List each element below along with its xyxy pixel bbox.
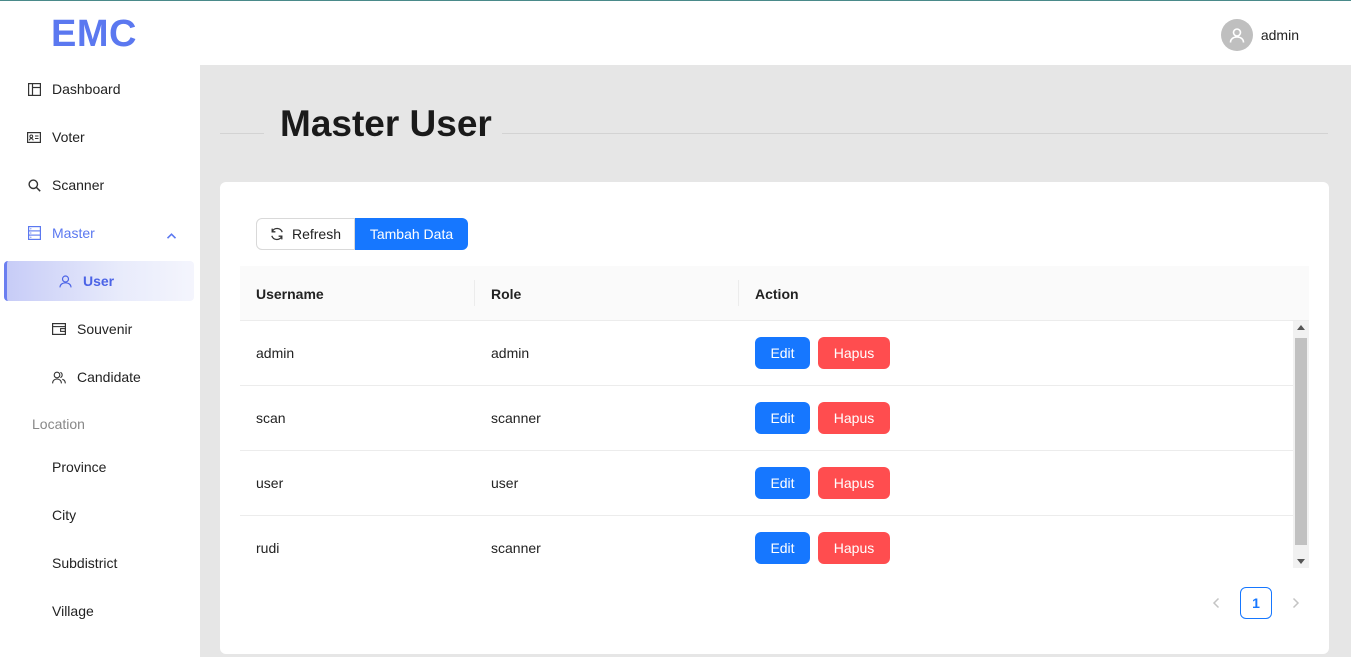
delete-button[interactable]: Hapus xyxy=(818,402,890,434)
sidebar-item-label: Voter xyxy=(52,129,85,145)
sidebar-item-label: Village xyxy=(52,603,94,619)
app-logo[interactable]: EMC xyxy=(51,13,137,56)
table-row: admin admin Edit Hapus xyxy=(240,321,1293,386)
sidebar-item-dashboard[interactable]: Dashboard xyxy=(0,65,200,113)
refresh-label: Refresh xyxy=(291,226,342,242)
title-divider xyxy=(220,133,264,134)
sidebar-item-master[interactable]: Master xyxy=(0,209,200,257)
sidebar-item-subdistrict[interactable]: Subdistrict xyxy=(0,539,200,587)
cell-username: scan xyxy=(256,410,286,426)
id-card-icon xyxy=(27,130,41,144)
sidebar-item-user[interactable]: User xyxy=(4,261,194,301)
column-divider xyxy=(738,280,739,306)
column-header-action[interactable]: Action xyxy=(755,286,799,302)
sidebar: Dashboard Voter Scanner Master User Souv… xyxy=(0,65,200,635)
user-avatar-icon[interactable] xyxy=(1220,19,1253,51)
data-card: Refresh Tambah Data Username Role Action… xyxy=(220,182,1329,654)
edit-button[interactable]: Edit xyxy=(755,532,810,564)
cell-role: scanner xyxy=(491,410,541,426)
cell-role: admin xyxy=(491,345,530,361)
table-scrollbar[interactable] xyxy=(1293,321,1309,568)
dashboard-icon xyxy=(27,82,41,96)
header-username[interactable]: admin xyxy=(1261,27,1299,43)
sidebar-item-label: City xyxy=(52,507,77,523)
delete-button[interactable]: Hapus xyxy=(818,467,890,499)
sidebar-item-label: Souvenir xyxy=(77,321,133,337)
add-data-button[interactable]: Tambah Data xyxy=(355,218,468,250)
chevron-left-icon[interactable] xyxy=(1200,587,1232,619)
title-divider xyxy=(502,133,1328,134)
user-icon xyxy=(58,274,72,288)
sidebar-item-label: Master xyxy=(52,225,95,241)
page-number[interactable]: 1 xyxy=(1240,587,1272,619)
sidebar-item-label: Province xyxy=(52,459,107,475)
sidebar-item-label: Scanner xyxy=(52,177,105,193)
sidebar-item-scanner[interactable]: Scanner xyxy=(0,161,200,209)
sidebar-item-village[interactable]: Village xyxy=(0,587,200,635)
sidebar-item-label: Subdistrict xyxy=(52,555,118,571)
user-menu[interactable]: admin xyxy=(1220,19,1299,51)
sidebar-item-candidate[interactable]: Candidate xyxy=(0,353,200,401)
table-row: user user Edit Hapus xyxy=(240,451,1293,516)
sidebar-group-location: Location xyxy=(32,416,85,432)
sidebar-item-label: Candidate xyxy=(77,369,141,385)
scroll-down-icon[interactable] xyxy=(1297,559,1305,564)
table-body[interactable]: admin admin Edit Hapus scan scanner Edit… xyxy=(240,321,1309,568)
table-row: rudi scanner Edit Hapus xyxy=(240,516,1293,568)
cell-role: scanner xyxy=(491,540,541,556)
sidebar-item-label: User xyxy=(83,273,115,289)
delete-button[interactable]: Hapus xyxy=(818,532,890,564)
scroll-up-icon[interactable] xyxy=(1297,325,1305,330)
cell-role: user xyxy=(491,475,519,491)
sidebar-item-voter[interactable]: Voter xyxy=(0,113,200,161)
search-icon xyxy=(27,178,41,192)
column-divider xyxy=(474,280,475,306)
reload-icon xyxy=(270,227,284,241)
sidebar-item-label: Dashboard xyxy=(52,81,121,97)
cell-username: admin xyxy=(256,345,295,361)
wallet-icon xyxy=(52,322,66,336)
refresh-button[interactable]: Refresh xyxy=(256,218,355,250)
edit-button[interactable]: Edit xyxy=(755,467,810,499)
table-row: scan scanner Edit Hapus xyxy=(240,386,1293,451)
edit-button[interactable]: Edit xyxy=(755,337,810,369)
cell-username: user xyxy=(256,475,284,491)
table-header: Username Role Action xyxy=(240,266,1309,321)
edit-button[interactable]: Edit xyxy=(755,402,810,434)
top-bar: EMC admin xyxy=(0,0,1351,65)
chevron-up-icon[interactable] xyxy=(166,227,177,243)
sidebar-item-province[interactable]: Province xyxy=(0,443,200,491)
pagination: 1 xyxy=(1200,587,1312,619)
toolbar: Refresh Tambah Data xyxy=(256,218,468,250)
scroll-thumb[interactable] xyxy=(1295,338,1307,545)
cell-username: rudi xyxy=(256,540,280,556)
database-icon xyxy=(27,226,41,240)
sidebar-item-souvenir[interactable]: Souvenir xyxy=(0,305,200,353)
delete-button[interactable]: Hapus xyxy=(818,337,890,369)
user-table: Username Role Action admin admin Edit Ha… xyxy=(240,266,1309,568)
sidebar-item-city[interactable]: City xyxy=(0,491,200,539)
column-header-role[interactable]: Role xyxy=(491,286,521,302)
team-icon xyxy=(52,370,66,384)
sidebar-footer xyxy=(0,635,200,657)
column-header-username[interactable]: Username xyxy=(256,286,324,302)
chevron-right-icon[interactable] xyxy=(1280,587,1312,619)
page-title: Master User xyxy=(280,103,492,144)
